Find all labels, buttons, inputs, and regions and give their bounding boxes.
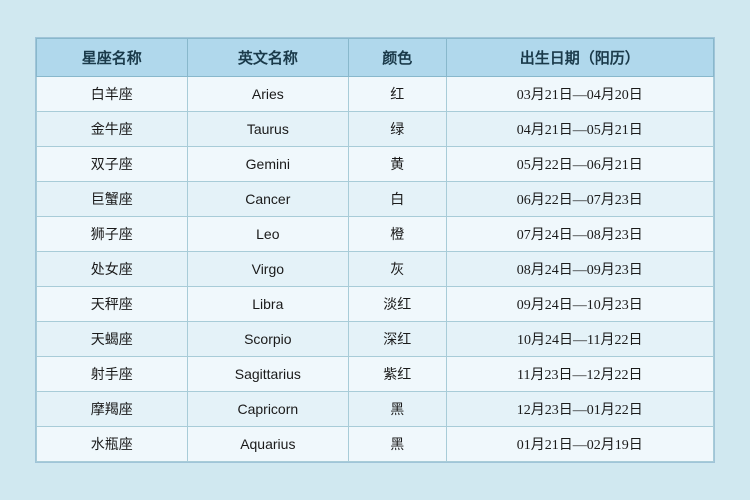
cell-color: 白 [349,182,446,217]
cell-color: 绿 [349,112,446,147]
table-row: 摩羯座Capricorn黑12月23日—01月22日 [37,392,714,427]
cell-color: 红 [349,77,446,112]
table-body: 白羊座Aries红03月21日—04月20日金牛座Taurus绿04月21日—0… [37,77,714,462]
cell-color: 紫红 [349,357,446,392]
table-row: 天蝎座Scorpio深红10月24日—11月22日 [37,322,714,357]
cell-english: Scorpio [187,322,348,357]
table-row: 天秤座Libra淡红09月24日—10月23日 [37,287,714,322]
col-header-date: 出生日期（阳历） [446,39,713,77]
cell-date: 07月24日—08月23日 [446,217,713,252]
cell-date: 08月24日—09月23日 [446,252,713,287]
cell-date: 12月23日—01月22日 [446,392,713,427]
cell-color: 黑 [349,392,446,427]
cell-english: Aquarius [187,427,348,462]
cell-chinese: 天秤座 [37,287,188,322]
cell-english: Leo [187,217,348,252]
cell-english: Sagittarius [187,357,348,392]
cell-color: 深红 [349,322,446,357]
cell-color: 淡红 [349,287,446,322]
cell-english: Capricorn [187,392,348,427]
cell-date: 06月22日—07月23日 [446,182,713,217]
zodiac-table-container: 星座名称 英文名称 颜色 出生日期（阳历） 白羊座Aries红03月21日—04… [35,37,715,463]
cell-english: Aries [187,77,348,112]
cell-chinese: 摩羯座 [37,392,188,427]
table-row: 射手座Sagittarius紫红11月23日—12月22日 [37,357,714,392]
cell-english: Virgo [187,252,348,287]
cell-chinese: 狮子座 [37,217,188,252]
table-row: 处女座Virgo灰08月24日—09月23日 [37,252,714,287]
col-header-english: 英文名称 [187,39,348,77]
cell-color: 黑 [349,427,446,462]
table-row: 狮子座Leo橙07月24日—08月23日 [37,217,714,252]
cell-chinese: 双子座 [37,147,188,182]
cell-chinese: 射手座 [37,357,188,392]
table-row: 双子座Gemini黄05月22日—06月21日 [37,147,714,182]
cell-chinese: 白羊座 [37,77,188,112]
table-header-row: 星座名称 英文名称 颜色 出生日期（阳历） [37,39,714,77]
col-header-color: 颜色 [349,39,446,77]
cell-english: Taurus [187,112,348,147]
cell-chinese: 水瓶座 [37,427,188,462]
table-row: 水瓶座Aquarius黑01月21日—02月19日 [37,427,714,462]
zodiac-table: 星座名称 英文名称 颜色 出生日期（阳历） 白羊座Aries红03月21日—04… [36,38,714,462]
cell-date: 11月23日—12月22日 [446,357,713,392]
table-row: 巨蟹座Cancer白06月22日—07月23日 [37,182,714,217]
cell-chinese: 金牛座 [37,112,188,147]
cell-english: Gemini [187,147,348,182]
cell-chinese: 巨蟹座 [37,182,188,217]
cell-chinese: 处女座 [37,252,188,287]
cell-color: 黄 [349,147,446,182]
cell-date: 10月24日—11月22日 [446,322,713,357]
table-row: 白羊座Aries红03月21日—04月20日 [37,77,714,112]
cell-date: 04月21日—05月21日 [446,112,713,147]
cell-date: 09月24日—10月23日 [446,287,713,322]
col-header-chinese: 星座名称 [37,39,188,77]
cell-date: 03月21日—04月20日 [446,77,713,112]
cell-color: 橙 [349,217,446,252]
cell-chinese: 天蝎座 [37,322,188,357]
cell-date: 05月22日—06月21日 [446,147,713,182]
cell-english: Libra [187,287,348,322]
cell-color: 灰 [349,252,446,287]
table-row: 金牛座Taurus绿04月21日—05月21日 [37,112,714,147]
cell-english: Cancer [187,182,348,217]
cell-date: 01月21日—02月19日 [446,427,713,462]
